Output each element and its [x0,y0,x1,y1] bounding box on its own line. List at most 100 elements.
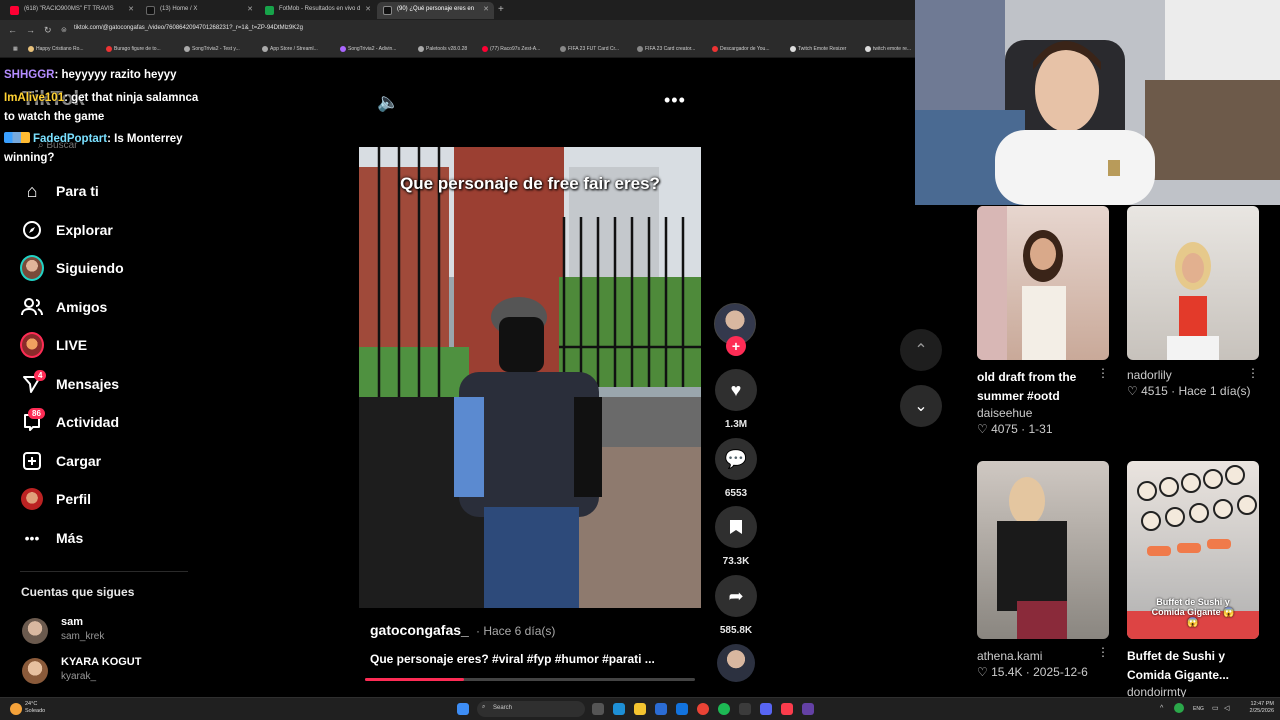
weather-desc: Soleado [25,708,46,714]
spotify-icon[interactable] [718,703,730,715]
nav-item-mensajes[interactable]: 4 Mensajes [20,370,200,396]
bookmark-icon [560,46,566,52]
task-view-icon[interactable] [592,703,604,715]
kebab-menu-icon[interactable]: ⋮ [1097,366,1109,380]
bookmark[interactable]: Paletools v28.0.28 [418,46,467,52]
bookmark-label: Happy Cristiano Ro... [36,46,84,52]
bookmark[interactable]: App Store / Streaml... [262,46,318,52]
bookmark[interactable]: SongTrivia2 - Test y... [184,46,240,52]
nav-item-para-ti[interactable]: ⌂ Para ti [20,179,200,203]
follow-plus-icon[interactable]: + [726,336,746,356]
discord-icon[interactable] [760,703,772,715]
nav-item-siguiendo[interactable]: Siguiendo [20,255,200,281]
reload-icon[interactable]: ↻ [44,25,52,36]
app-icon[interactable] [739,703,751,715]
new-tab-button[interactable]: + [498,4,504,15]
bookmark[interactable]: (77) Raco97s Zest-A... [482,46,540,52]
weather-widget[interactable]: 24°C Soleado [25,701,45,715]
chevron-up-icon[interactable]: ^ [1160,705,1163,712]
browser-tab[interactable]: (618) "RACIO900MS" FT TRAVIS ✕ [4,2,139,19]
chrome-icon[interactable] [697,703,709,715]
music-icon[interactable] [781,703,793,715]
feed-card[interactable]: old draft from the summer #ootd daiseehu… [977,206,1109,436]
volume-icon[interactable]: 🔈 [377,92,399,113]
sidebar-divider [20,571,188,572]
feed-card[interactable]: athena.kami ♡ 15.4K · 2025-12-6 ⋮ [977,461,1109,679]
back-icon[interactable]: ← [8,25,17,35]
twitch-icon[interactable] [802,703,814,715]
next-creator-avatar[interactable] [717,644,755,682]
browser-tab-active[interactable]: (90) ¿Qué personaje eres en ✕ [377,2,494,19]
video-progress-bar[interactable] [365,678,695,681]
friends-icon [20,295,44,319]
forward-icon[interactable]: → [26,25,35,35]
followed-account[interactable]: sam sam_krek [22,616,192,644]
feed-card[interactable]: nadorlily ♡ 4515 · Hace 1 día(s) ⋮ [1127,206,1259,398]
bookmark[interactable]: FIFA 23 FUT Card Cr... [560,46,619,52]
mail-icon[interactable] [676,703,688,715]
tray-app-icon[interactable] [1174,703,1184,713]
comment-button[interactable]: 💬 6553 [715,438,757,499]
kebab-menu-icon[interactable]: ⋮ [1097,645,1109,659]
bookmark-icon [712,46,718,52]
video-player[interactable]: Que personaje de free fair eres? [359,147,701,608]
youtube-icon [10,6,19,15]
video-description[interactable]: Que personaje eres? #viral #fyp #humor #… [370,652,655,666]
url-field[interactable]: tiktok.com/@gatocongafas_/video/76086420… [74,25,303,31]
nav-item-actividad[interactable]: 86 Actividad [20,408,200,434]
feed-meta: ♡ 4515 · Hace 1 día(s) [1127,384,1251,398]
taskbar-search[interactable]: ⌕ Search [477,701,585,717]
nav-item-explorar[interactable]: Explorar [20,218,200,242]
feed-card[interactable]: Buffet de Sushi y Comida Gigante 😱😱 Buff… [1127,461,1259,699]
windows-start-icon[interactable] [457,703,469,715]
system-clock[interactable]: 12:47 PM 2/25/2026 [1240,701,1274,715]
save-button[interactable]: 73.3K [715,506,757,567]
bookmarks-bar: ▦ Happy Cristiano Ro... Burago figure de… [0,42,915,58]
nav-item-mas[interactable]: ••• Más [20,526,200,550]
bookmark[interactable]: Burago figure de to... [106,46,161,52]
like-button[interactable]: ♥ 1.3M [715,369,757,430]
feed-likes: 15.4K [991,665,1023,679]
bookmark[interactable]: Twitch Emote Resizer [790,46,846,52]
like-count: 1.3M [724,419,748,430]
apps-grid-icon[interactable]: ▦ [5,46,18,52]
nav-label: Para ti [56,183,99,199]
bookmark[interactable]: Descargador de You... [712,46,769,52]
video-author[interactable]: gatocongafas_ [370,622,469,638]
browser-tab[interactable]: (13) Home / X ✕ [140,2,258,19]
close-tab-icon[interactable]: ✕ [365,5,371,13]
next-video-button[interactable]: ⌄ [900,385,942,427]
language-indicator[interactable]: ENG [1193,706,1204,712]
feed-thumbnail [977,206,1109,360]
kebab-menu-icon[interactable]: ⋮ [1247,366,1259,380]
close-tab-icon[interactable]: ✕ [128,5,134,13]
nav-item-cargar[interactable]: Cargar [20,449,200,473]
bookmark[interactable]: FIFA 23 Card creator... [637,46,695,52]
network-icon[interactable]: ▭ [1212,704,1219,712]
site-info-icon[interactable]: ⊜ [61,26,67,34]
nav-label: Amigos [56,299,108,315]
close-tab-icon[interactable]: ✕ [483,5,489,13]
previous-video-button[interactable]: ⌃ [900,329,942,371]
nav-item-live[interactable]: LIVE [20,332,200,358]
bookmark-label: App Store / Streaml... [270,46,318,52]
nav-item-amigos[interactable]: Amigos [20,295,200,319]
followed-account[interactable]: KYARA KOGUT kyarak_ [22,656,192,684]
home-icon: ⌂ [26,180,38,201]
store-icon[interactable] [655,703,667,715]
nav-item-perfil[interactable]: Perfil [20,487,200,511]
more-options-icon[interactable]: ••• [664,90,686,111]
bookmark[interactable]: SongTrivia2 - Adivin... [340,46,396,52]
volume-icon[interactable]: ◁ [1224,704,1229,712]
share-button[interactable]: ➦ 585.8K [715,575,757,636]
bookmark[interactable]: twitch emote re... [865,46,911,52]
edge-icon[interactable] [613,703,625,715]
bookmark[interactable]: Happy Cristiano Ro... [28,46,84,52]
account-name: sam [61,616,84,628]
bookmark-icon [790,46,796,52]
close-tab-icon[interactable]: ✕ [247,5,253,13]
nav-label: Cargar [56,453,102,469]
browser-tab[interactable]: FotMob - Resultados en vivo d ✕ [259,2,376,19]
file-explorer-icon[interactable] [634,703,646,715]
bookmark-label: SongTrivia2 - Adivin... [348,46,397,52]
